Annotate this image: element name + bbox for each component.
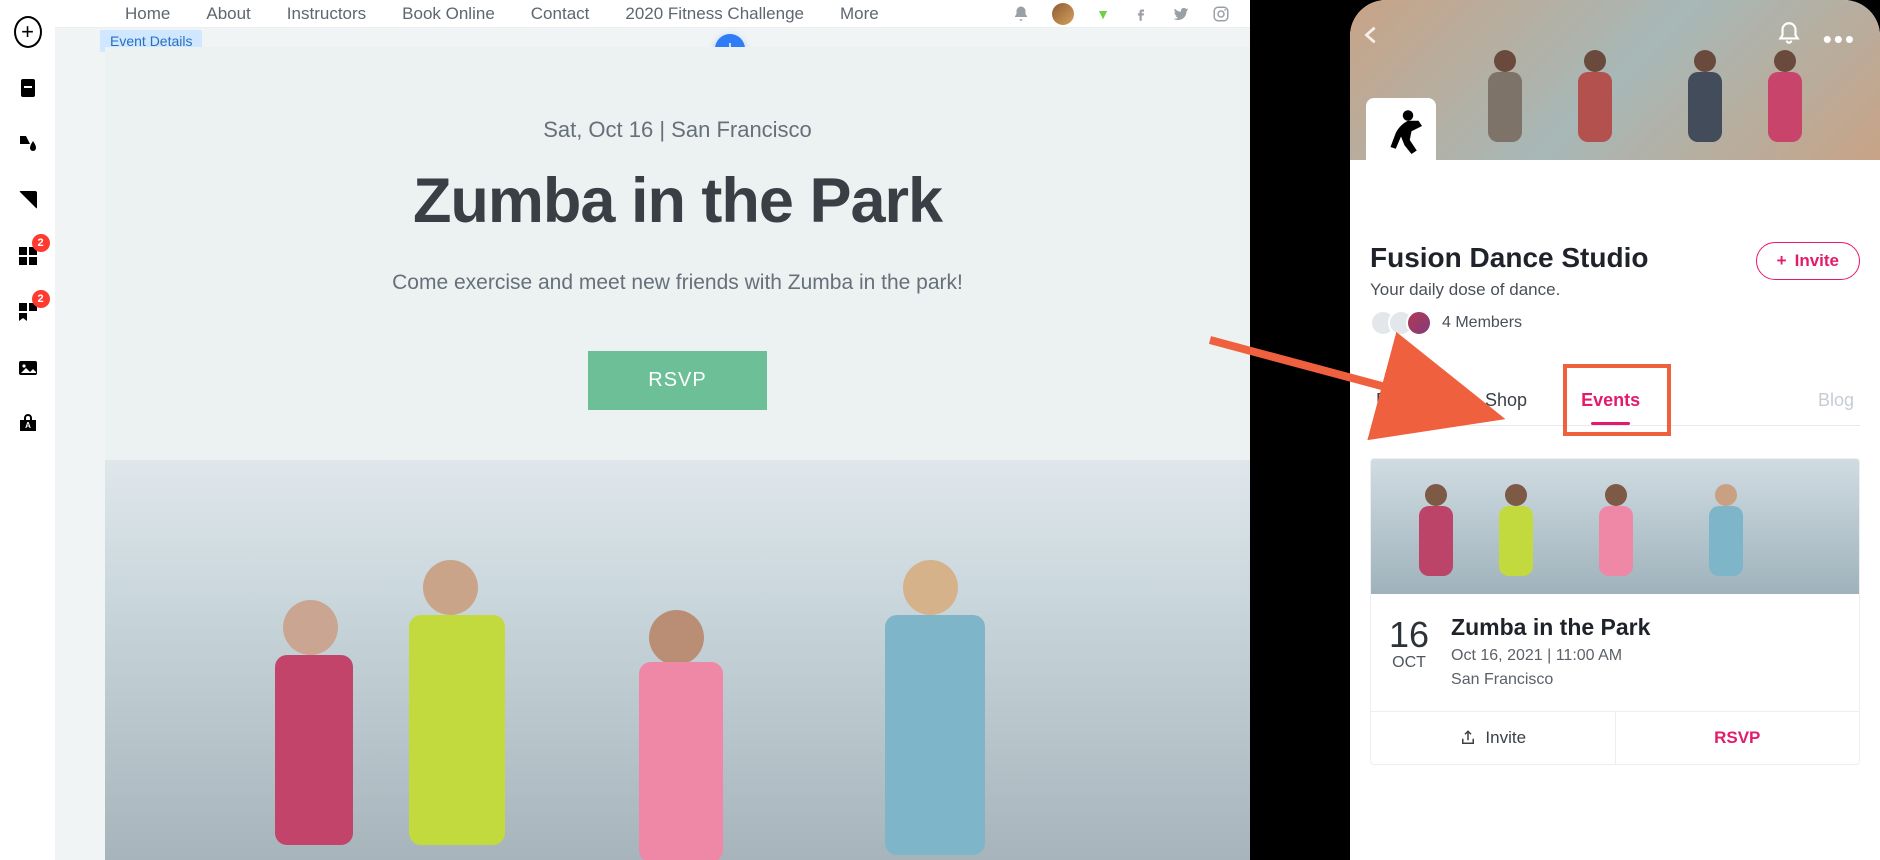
app-tagline: Your daily dose of dance. <box>1370 280 1744 300</box>
paintdrop-icon <box>16 132 40 156</box>
image-icon <box>16 356 40 380</box>
app-header-image: ••• <box>1350 0 1880 160</box>
share-icon <box>1459 729 1477 747</box>
member-avatars <box>1370 310 1432 336</box>
plus-icon: + <box>1777 251 1787 271</box>
event-date-block: 16 OCT <box>1389 614 1429 689</box>
app-tabs: Pricing Shop Events Blog <box>1370 380 1860 426</box>
app-logo <box>1366 98 1436 168</box>
badge-count: 2 <box>32 234 50 252</box>
event-card[interactable]: 16 OCT Zumba in the Park Oct 16, 2021 | … <box>1370 458 1860 765</box>
member-count: 4 Members <box>1442 314 1522 332</box>
event-title: Zumba in the Park <box>105 165 1250 237</box>
event-invite-label: Invite <box>1485 728 1526 748</box>
site-navbar: Home About Instructors Book Online Conta… <box>55 0 1250 28</box>
notification-bell-icon[interactable] <box>1012 5 1030 23</box>
tab-blog[interactable]: Blog <box>1816 380 1856 425</box>
page-icon <box>16 76 40 100</box>
elements-button[interactable]: 2 <box>14 242 42 270</box>
bell-icon <box>1776 20 1802 46</box>
nav-about[interactable]: About <box>206 4 250 24</box>
media-button[interactable] <box>14 354 42 382</box>
chevron-left-icon <box>1360 20 1382 50</box>
instagram-icon[interactable] <box>1212 5 1230 23</box>
plus-icon: + <box>14 16 42 48</box>
editor-left-toolbar: + 2 2 A <box>0 0 55 860</box>
event-rsvp-button[interactable]: RSVP <box>1615 712 1860 764</box>
facebook-icon[interactable] <box>1132 5 1150 23</box>
nav-instructors[interactable]: Instructors <box>287 4 366 24</box>
event-day: 16 <box>1389 614 1429 656</box>
background-button[interactable] <box>14 186 42 214</box>
event-subtitle: Come exercise and meet new friends with … <box>105 271 1250 295</box>
nav-challenge[interactable]: 2020 Fitness Challenge <box>625 4 804 24</box>
twitter-icon[interactable] <box>1172 5 1190 23</box>
event-month: OCT <box>1389 654 1429 672</box>
event-invite-button[interactable]: Invite <box>1371 712 1615 764</box>
svg-text:A: A <box>25 421 31 430</box>
app-bell-button[interactable] <box>1776 20 1802 51</box>
chevron-down-icon[interactable]: ▼ <box>1096 6 1110 22</box>
nav-home[interactable]: Home <box>125 4 170 24</box>
add-button[interactable]: + <box>14 18 42 46</box>
event-card-title: Zumba in the Park <box>1451 614 1650 641</box>
user-avatar[interactable] <box>1052 3 1074 25</box>
event-card-location: San Francisco <box>1451 671 1650 689</box>
annotation-highlight-box <box>1563 364 1671 436</box>
editor-canvas: Home About Instructors Book Online Conta… <box>55 0 1250 860</box>
event-card-datetime: Oct 16, 2021 | 11:00 AM <box>1451 647 1650 665</box>
back-button[interactable] <box>1360 20 1382 58</box>
event-card-image <box>1371 459 1859 594</box>
rsvp-button[interactable]: RSVP <box>588 351 766 410</box>
sections-button[interactable]: 2 <box>14 298 42 326</box>
tab-pricing[interactable]: Pricing <box>1374 380 1433 425</box>
store-button[interactable]: A <box>14 410 42 438</box>
contrast-icon <box>16 188 40 212</box>
invite-button[interactable]: + Invite <box>1756 242 1860 280</box>
app-title: Fusion Dance Studio <box>1370 242 1744 274</box>
app-more-button[interactable]: ••• <box>1823 24 1856 55</box>
nav-contact[interactable]: Contact <box>531 4 590 24</box>
event-hero-image <box>105 460 1250 860</box>
invite-label: Invite <box>1795 251 1839 271</box>
event-date-location: Sat, Oct 16 | San Francisco <box>105 117 1250 143</box>
mobile-app-preview: ••• Fusion Dance Studio Your daily dose … <box>1350 0 1880 860</box>
dancer-logo-icon <box>1373 105 1429 161</box>
members-row[interactable]: 4 Members <box>1370 310 1744 336</box>
theme-button[interactable] <box>14 130 42 158</box>
briefcase-icon: A <box>16 412 40 436</box>
tab-shop[interactable]: Shop <box>1483 380 1529 425</box>
pages-button[interactable] <box>14 74 42 102</box>
badge-count: 2 <box>32 290 50 308</box>
ellipsis-icon: ••• <box>1823 24 1856 54</box>
nav-more[interactable]: More <box>840 4 879 24</box>
nav-book-online[interactable]: Book Online <box>402 4 495 24</box>
